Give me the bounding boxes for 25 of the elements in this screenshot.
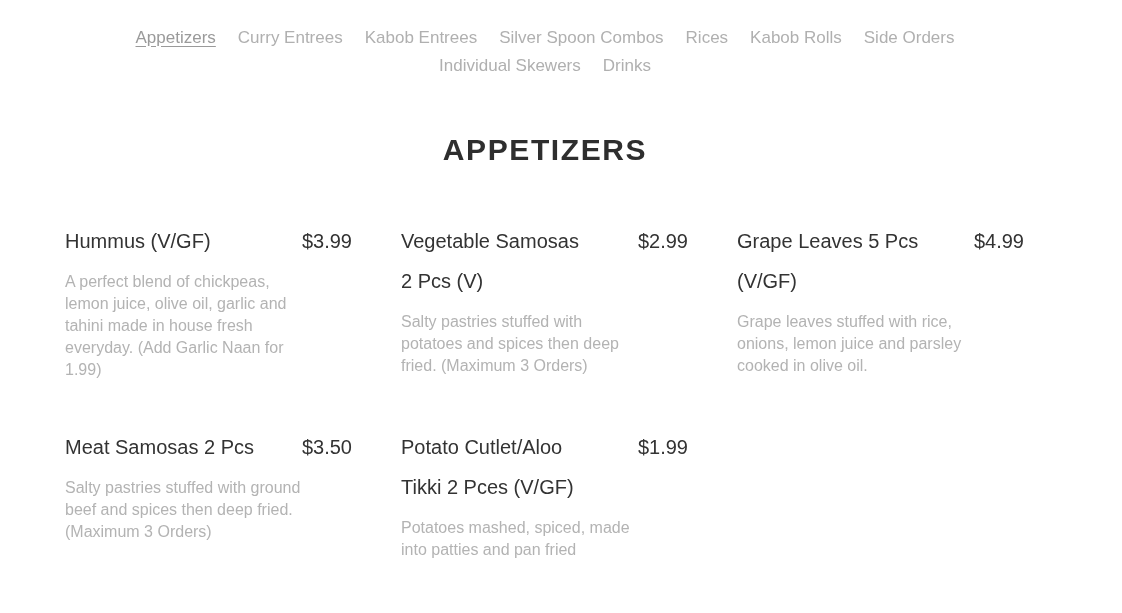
nav-link[interactable]: Curry Entrees xyxy=(237,26,343,50)
item-name: Vegetable Samosas 2 Pcs (V) xyxy=(401,229,580,294)
item-name: Meat Samosas 2 Pcs xyxy=(65,435,255,460)
item-description: A perfect blend of chickpeas, lemon juice, olive oil, garlic and tahini made in house fresh everyday. (Add Garlic Naan for 1.99) xyxy=(65,272,288,380)
item-price: $3.99 xyxy=(301,229,352,254)
item-price: $3.50 xyxy=(301,435,352,460)
nav-link[interactable]: Rices xyxy=(685,26,729,50)
item-name: Grape Leaves 5 Pcs (V/GF) xyxy=(737,229,920,294)
item-name: Hummus (V/GF) xyxy=(65,229,212,254)
nav-link[interactable]: Kabob Rolls xyxy=(750,26,842,50)
item-price: $2.99 xyxy=(637,229,688,254)
item-description: Potatoes mashed, spiced, made into patties and pan fried xyxy=(401,518,631,560)
nav-link[interactable]: Kabob Entrees xyxy=(364,26,478,50)
nav-link[interactable]: Appetizers xyxy=(135,26,216,50)
nav-link[interactable]: Side Orders xyxy=(863,26,955,50)
item-price: $1.99 xyxy=(637,435,688,460)
nav-link[interactable]: Drinks xyxy=(602,54,651,78)
nav-link[interactable]: Individual Skewers xyxy=(439,54,581,78)
item-description: Salty pastries stuffed with potatoes and spices then deep fried. (Maximum 3 Orders) xyxy=(401,312,620,376)
item-description: Grape leaves stuffed with rice, onions, lemon juice and parsley cooked in olive oil. xyxy=(737,312,963,376)
nav-link[interactable]: Silver Spoon Combos xyxy=(499,26,664,50)
section-title: APPETIZERS xyxy=(442,132,648,168)
item-price: $4.99 xyxy=(973,229,1024,254)
item-name: Potato Cutlet/Aloo Tikki 2 Pces (V/GF) xyxy=(401,435,575,500)
item-description: Salty pastries stuffed with ground beef and spices then deep fried. (Maximum 3 Orders) xyxy=(65,478,302,542)
